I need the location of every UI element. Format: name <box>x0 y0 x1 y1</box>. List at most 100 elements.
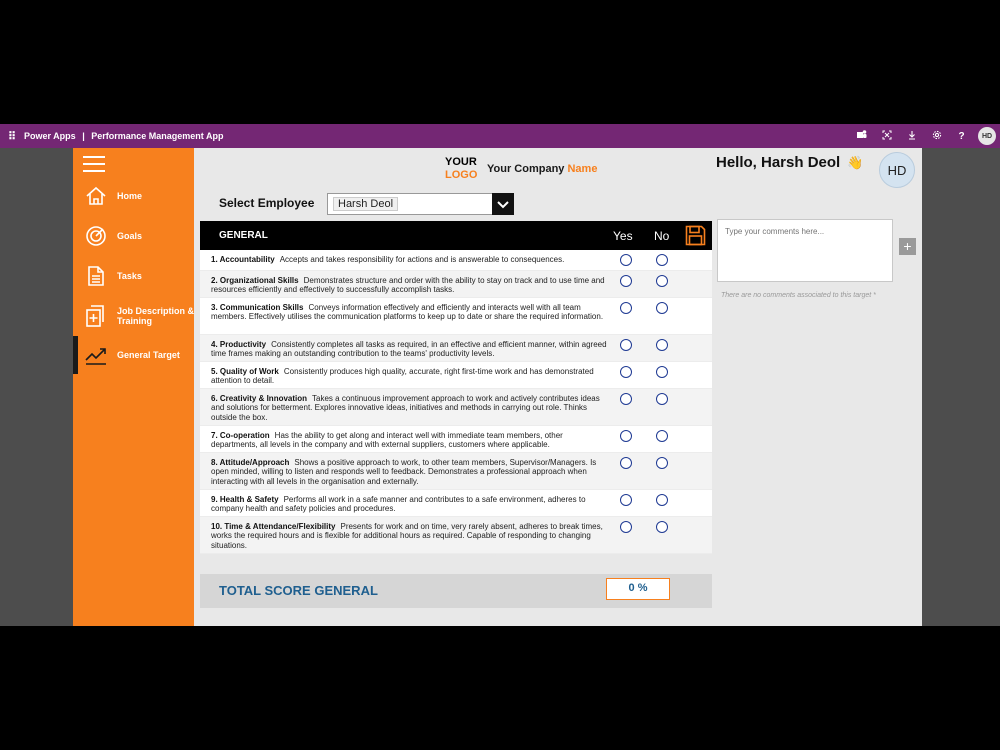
nav-label: Tasks <box>117 271 142 281</box>
criteria-title: 7. Co-operation <box>211 431 270 440</box>
yes-radio[interactable] <box>620 366 632 378</box>
criteria-description: Accepts and takes responsibility for act… <box>279 255 565 264</box>
criteria-row: 7. Co-operation Has the ability to get al… <box>200 426 712 453</box>
nav-item-goals[interactable]: Goals <box>73 217 194 255</box>
yes-radio[interactable] <box>620 339 632 351</box>
app-canvas: Home Goals Tasks Job Description & Train… <box>73 148 922 626</box>
company-name: Your Company Name <box>487 163 597 175</box>
powerapps-header-bar: ⠿ Power Apps | Performance Management Ap… <box>0 124 1000 148</box>
criteria-title: 9. Health & Safety <box>211 495 279 504</box>
no-radio[interactable] <box>656 430 668 442</box>
target-icon <box>86 226 106 246</box>
nav-item-job-description[interactable]: Job Description & Training <box>73 297 194 335</box>
criteria-text: 1. Accountability Accepts and takes respo… <box>211 255 607 264</box>
nav-item-tasks[interactable]: Tasks <box>73 257 194 295</box>
no-radio[interactable] <box>656 339 668 351</box>
yes-radio[interactable] <box>620 494 632 506</box>
powerapps-title: Power Apps | Performance Management App <box>24 131 223 141</box>
general-title: GENERAL <box>219 230 268 241</box>
save-icon[interactable] <box>685 225 706 246</box>
document-icon <box>88 266 104 286</box>
logo-line-2: LOGO <box>445 169 478 181</box>
download-icon[interactable] <box>899 130 924 143</box>
chevron-down-icon[interactable] <box>492 193 514 215</box>
yes-radio[interactable] <box>620 521 632 533</box>
total-score-label: TOTAL SCORE GENERAL <box>219 583 378 598</box>
criteria-title: 2. Organizational Skills <box>211 276 299 285</box>
nav-item-general-target[interactable]: General Target <box>73 336 194 374</box>
criteria-row: 6. Creativity & Innovation Takes a contin… <box>200 389 712 426</box>
total-score-value: 0 % <box>606 578 670 600</box>
fit-screen-icon[interactable] <box>874 130 899 143</box>
yes-column-header: Yes <box>613 229 633 243</box>
no-radio[interactable] <box>656 457 668 469</box>
help-icon[interactable]: ? <box>949 131 974 142</box>
trend-chart-icon <box>85 348 106 365</box>
criteria-text: 4. Productivity Consistently completes al… <box>211 340 607 359</box>
nav-label: Job Description & Training <box>117 306 195 326</box>
employee-dropdown[interactable]: Harsh Deol <box>327 193 514 215</box>
home-icon <box>86 186 106 205</box>
criteria-title: 10. Time & Attendance/Flexibility <box>211 522 336 531</box>
criteria-text: 10. Time & Attendance/Flexibility Present… <box>211 522 607 550</box>
no-radio[interactable] <box>656 366 668 378</box>
account-avatar[interactable]: HD <box>978 127 996 145</box>
criteria-text: 6. Creativity & Innovation Takes a contin… <box>211 394 607 422</box>
yes-radio[interactable] <box>620 302 632 314</box>
criteria-row: 4. Productivity Consistently completes al… <box>200 335 712 362</box>
no-column-header: No <box>654 229 670 243</box>
criteria-title: 6. Creativity & Innovation <box>211 394 308 403</box>
general-table-header: GENERAL Yes No <box>200 221 712 250</box>
hamburger-menu-icon[interactable] <box>83 156 105 177</box>
app-launcher-icon[interactable]: ⠿ <box>0 130 24 143</box>
no-comments-message: There are no comments associated to this… <box>721 292 876 299</box>
no-radio[interactable] <box>656 494 668 506</box>
logo-line-1: YOUR <box>445 156 477 168</box>
powerapps-brand[interactable]: Power Apps <box>24 131 76 141</box>
criteria-row: 1. Accountability Accepts and takes respo… <box>200 250 712 271</box>
criteria-row: 10. Time & Attendance/Flexibility Present… <box>200 517 712 554</box>
sidebar: Home Goals Tasks Job Description & Train… <box>73 148 194 626</box>
criteria-text: 2. Organizational Skills Demonstrates str… <box>211 276 607 295</box>
criteria-text: 8. Attitude/Approach Shows a positive app… <box>211 458 607 486</box>
user-avatar[interactable]: HD <box>879 152 915 188</box>
criteria-title: 8. Attitude/Approach <box>211 458 290 467</box>
criteria-title: 3. Communication Skills <box>211 303 304 312</box>
criteria-description: Consistently completes all tasks as requ… <box>211 340 607 359</box>
criteria-row: 9. Health & Safety Performs all work in a… <box>200 490 712 517</box>
employee-dropdown-value: Harsh Deol <box>333 197 399 211</box>
criteria-row: 5. Quality of Work Consistently produces … <box>200 362 712 389</box>
comment-box[interactable] <box>717 219 893 282</box>
criteria-row: 3. Communication Skills Conveys informati… <box>200 298 712 335</box>
no-radio[interactable] <box>656 254 668 266</box>
nav-label: General Target <box>117 350 180 360</box>
canvas-margin-right <box>922 148 1000 626</box>
greeting-text: Hello, Harsh Deol <box>716 154 841 171</box>
criteria-text: 7. Co-operation Has the ability to get al… <box>211 431 607 450</box>
greeting: Hello, Harsh Deol 👋 <box>716 154 864 171</box>
nav-item-home[interactable]: Home <box>73 177 194 215</box>
no-radio[interactable] <box>656 521 668 533</box>
canvas-margin-left <box>0 148 73 626</box>
company-name-suffix: Name <box>567 163 598 175</box>
no-radio[interactable] <box>656 275 668 287</box>
yes-radio[interactable] <box>620 254 632 266</box>
yes-radio[interactable] <box>620 457 632 469</box>
wave-emoji-icon: 👋 <box>847 155 864 170</box>
title-separator: | <box>82 131 85 141</box>
company-name-prefix: Your Company <box>487 163 568 175</box>
no-radio[interactable] <box>656 302 668 314</box>
comment-input[interactable] <box>718 220 892 281</box>
general-criteria-list: 1. Accountability Accepts and takes respo… <box>200 250 712 554</box>
criteria-title: 4. Productivity <box>211 340 267 349</box>
no-radio[interactable] <box>656 393 668 405</box>
nav-label: Home <box>117 191 143 201</box>
yes-radio[interactable] <box>620 275 632 287</box>
yes-radio[interactable] <box>620 430 632 442</box>
select-employee-label: Select Employee <box>219 196 315 210</box>
criteria-text: 5. Quality of Work Consistently produces … <box>211 367 607 386</box>
settings-icon[interactable] <box>924 130 949 143</box>
add-comment-button[interactable]: + <box>899 238 916 255</box>
yes-radio[interactable] <box>620 393 632 405</box>
teams-icon[interactable] <box>849 129 874 143</box>
